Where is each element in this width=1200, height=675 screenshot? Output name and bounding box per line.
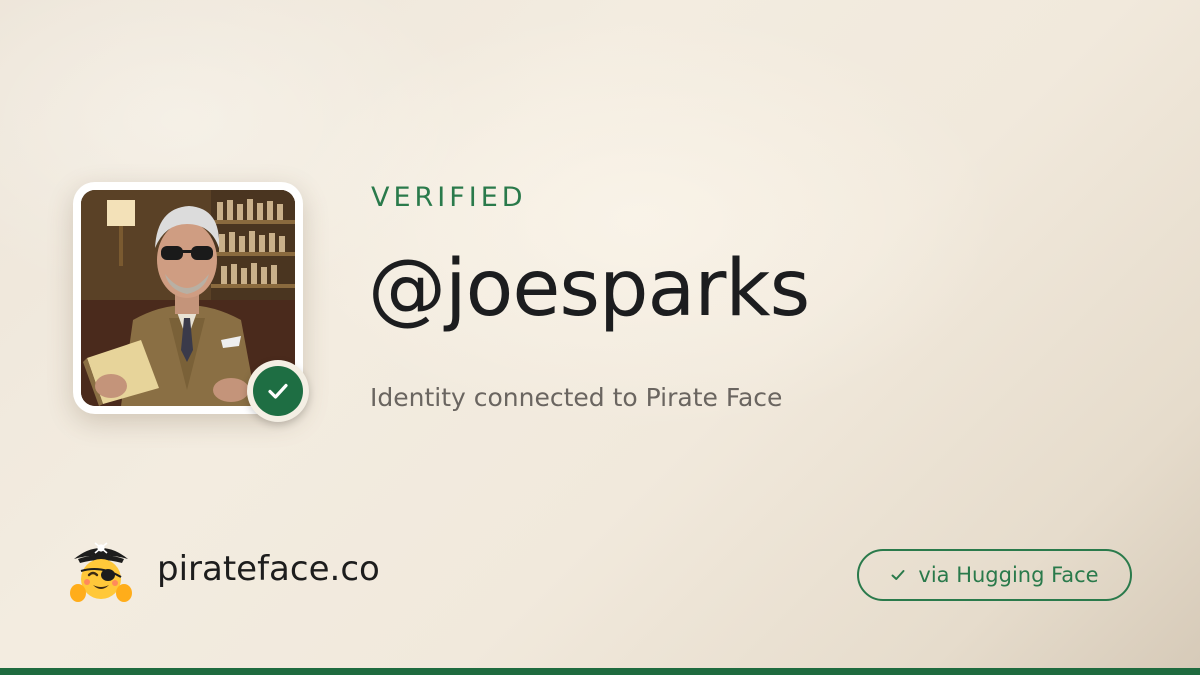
via-label: via Hugging Face [918,563,1099,587]
identity-card: VERIFIED @joesparks Identity connected t… [0,0,1200,675]
verified-badge [247,360,309,422]
verified-badge-circle [253,366,303,416]
username-heading: @joesparks [368,244,810,334]
check-icon [268,383,288,399]
identity-subtitle: Identity connected to Pirate Face [370,383,783,412]
via-hugging-face-badge[interactable]: via Hugging Face [857,549,1132,601]
status-label: VERIFIED [371,182,527,213]
pirate-hugging-face-icon [68,535,134,605]
check-icon [891,570,905,580]
bottom-accent-bar [0,668,1200,675]
brand-domain[interactable]: pirateface.co [157,549,380,589]
